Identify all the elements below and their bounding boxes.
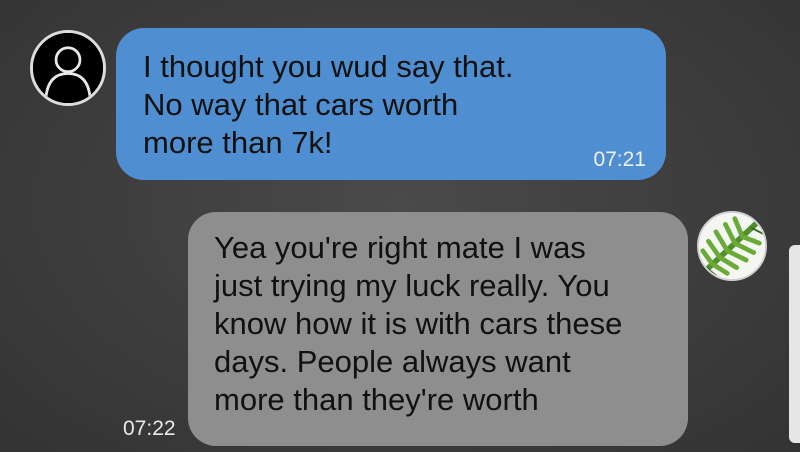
message-bubble-incoming[interactable]: Yea you're right mate I was just trying …: [188, 212, 688, 446]
message-text: Yea you're right mate I was just trying …: [214, 230, 623, 417]
contact-avatar[interactable]: [697, 211, 767, 281]
message-text: I thought you wud say that. No way that …: [143, 49, 514, 160]
message-timestamp: 07:22: [123, 417, 176, 440]
message-timestamp: 07:21: [593, 148, 646, 171]
user-silhouette-icon: [33, 33, 103, 103]
chat-thread: I thought you wud say that. No way that …: [0, 0, 800, 452]
fern-leaf-icon: [699, 213, 765, 279]
scrollbar[interactable]: [789, 245, 800, 443]
user-avatar[interactable]: [30, 30, 106, 106]
message-bubble-outgoing[interactable]: I thought you wud say that. No way that …: [116, 28, 666, 180]
